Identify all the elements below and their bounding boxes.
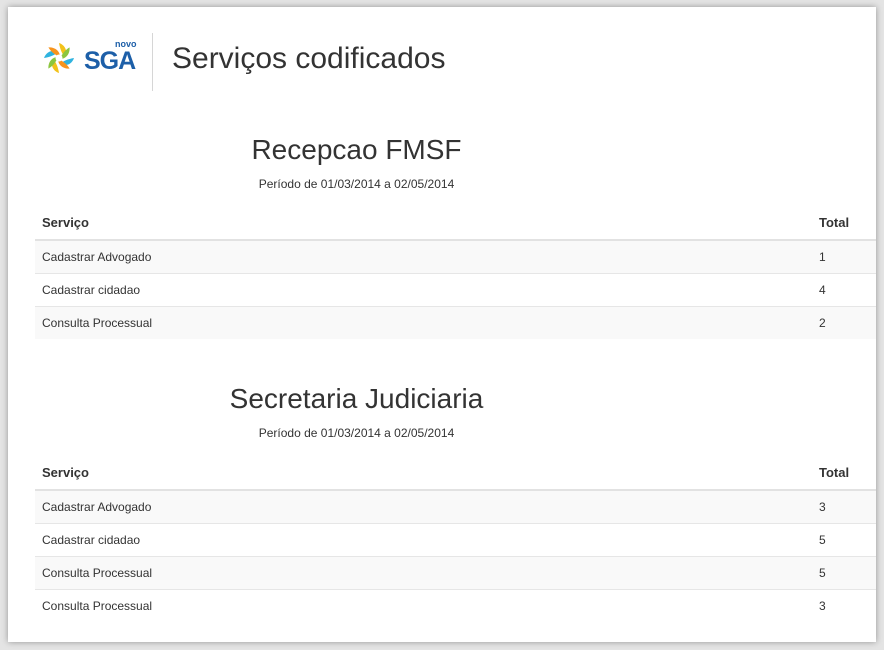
cell-total: 1 [812, 239, 876, 274]
cell-servico: Consulta Processual [35, 589, 812, 622]
cell-total: 4 [812, 273, 876, 307]
cell-total: 5 [812, 556, 876, 590]
cell-total: 5 [812, 523, 876, 557]
report-period: Período de 01/03/2014 a 02/05/2014 [258, 426, 455, 440]
table-row: Consulta Processual 5 [35, 556, 876, 590]
cell-servico: Cadastrar Advogado [35, 239, 812, 274]
logo-text: SGA [84, 47, 136, 75]
sga-logo: novo SGA [43, 39, 139, 81]
table-row: Consulta Processual 2 [35, 306, 876, 339]
table-row: Cadastrar Advogado 3 [35, 489, 876, 524]
table-row: Consulta Processual 3 [35, 589, 876, 622]
table-header-row: Serviço Total [35, 205, 876, 241]
table-row: Cadastrar Advogado 1 [35, 239, 876, 274]
cell-servico: Consulta Processual [35, 556, 812, 590]
report-title: Secretaria Judiciaria [229, 383, 484, 414]
column-header-total: Total [812, 205, 876, 241]
table-row: Cadastrar cidadao 4 [35, 273, 876, 307]
cell-servico: Cadastrar Advogado [35, 489, 812, 524]
column-header-servico: Serviço [35, 205, 812, 241]
services-table: Serviço Total Cadastrar Advogado 3 Cadas… [35, 455, 876, 622]
cell-servico: Cadastrar cidadao [35, 273, 812, 307]
cell-total: 3 [812, 489, 876, 524]
header-divider [152, 33, 153, 91]
report-card: novo SGA Serviços codificados Recepcao F… [8, 7, 876, 642]
cell-total: 2 [812, 306, 876, 339]
report-title: Recepcao FMSF [251, 134, 462, 165]
cell-total: 3 [812, 589, 876, 622]
page-header: novo SGA Serviços codificados [8, 7, 876, 107]
table-header-row: Serviço Total [35, 455, 876, 491]
report-period: Período de 01/03/2014 a 02/05/2014 [258, 177, 455, 191]
services-table: Serviço Total Cadastrar Advogado 1 Cadas… [35, 205, 876, 339]
cell-servico: Consulta Processual [35, 306, 812, 339]
cell-servico: Cadastrar cidadao [35, 523, 812, 557]
page-title: Serviços codificados [172, 42, 446, 75]
column-header-total: Total [812, 455, 876, 491]
column-header-servico: Serviço [35, 455, 812, 491]
table-row: Cadastrar cidadao 5 [35, 523, 876, 557]
